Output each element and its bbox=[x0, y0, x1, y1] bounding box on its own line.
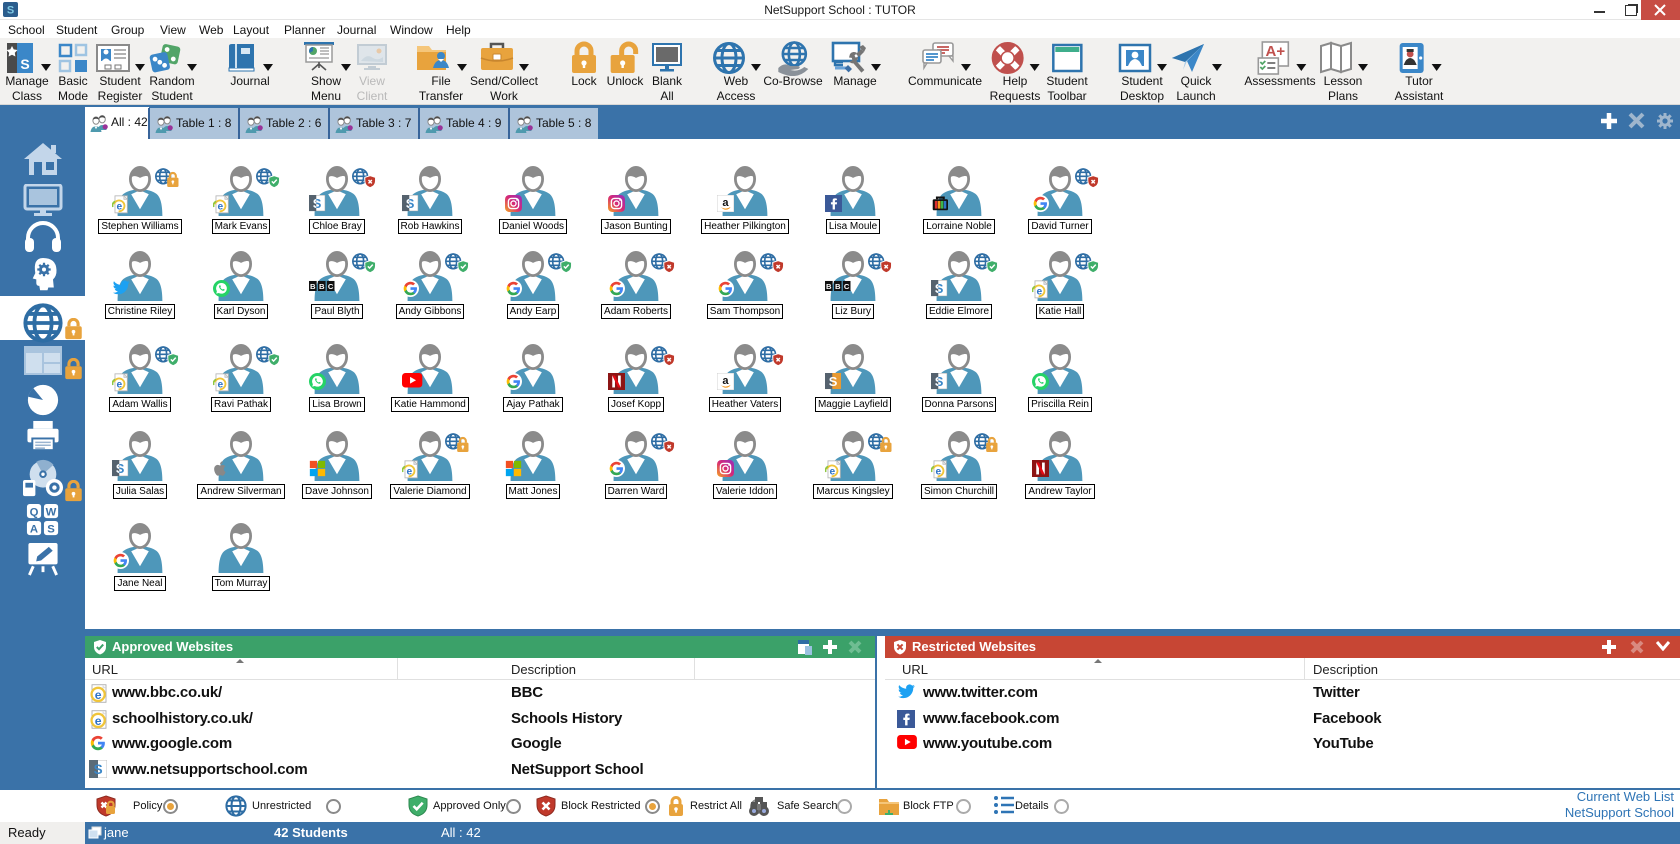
svg-text:a: a bbox=[722, 197, 729, 209]
svg-text:B: B bbox=[826, 282, 832, 291]
svg-text:C: C bbox=[328, 282, 334, 291]
svg-text:C: C bbox=[844, 282, 850, 291]
svg-text:e: e bbox=[217, 379, 223, 390]
svg-text:e: e bbox=[406, 466, 412, 477]
svg-text:e: e bbox=[829, 466, 835, 477]
svg-text:S: S bbox=[94, 762, 103, 777]
svg-text:e: e bbox=[116, 201, 122, 212]
svg-text:B: B bbox=[310, 282, 316, 291]
svg-text:W: W bbox=[45, 506, 56, 518]
svg-text:B: B bbox=[835, 282, 841, 291]
svg-text:A: A bbox=[29, 523, 37, 535]
svg-text:B: B bbox=[319, 282, 325, 291]
svg-text:e: e bbox=[95, 688, 102, 702]
svg-text:e: e bbox=[95, 714, 102, 728]
svg-text:S: S bbox=[20, 56, 29, 72]
svg-text:e: e bbox=[935, 466, 941, 477]
svg-text:a: a bbox=[722, 375, 729, 387]
svg-text:e: e bbox=[217, 201, 223, 212]
svg-text:S: S bbox=[47, 523, 55, 535]
svg-text:S: S bbox=[829, 374, 838, 389]
svg-text:e: e bbox=[116, 379, 122, 390]
svg-text:e: e bbox=[1036, 286, 1042, 297]
svg-text:Q: Q bbox=[29, 506, 38, 518]
